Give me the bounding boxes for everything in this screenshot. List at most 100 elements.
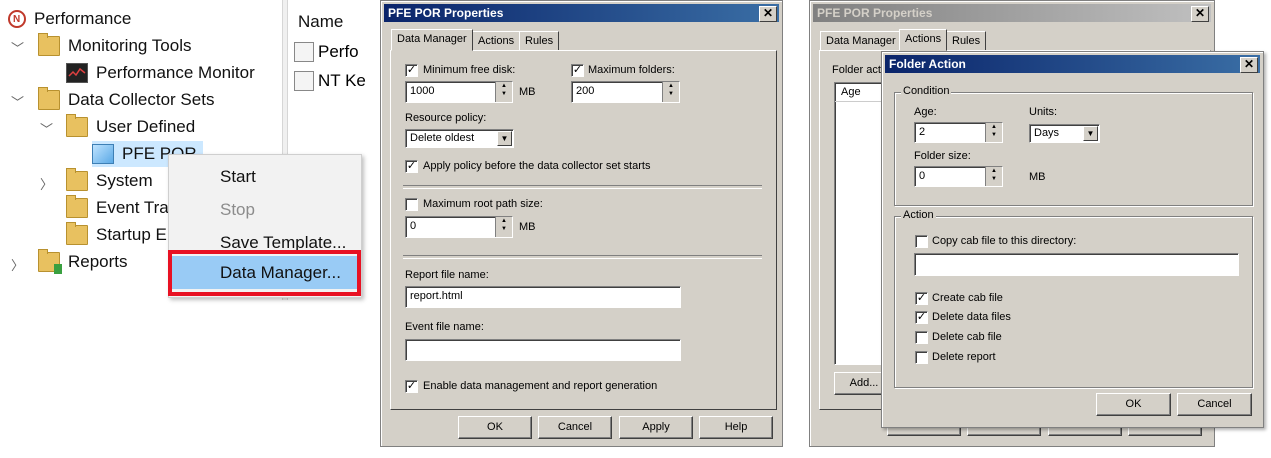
event-file-input[interactable]	[405, 339, 681, 361]
list-item[interactable]: NT Ke	[294, 71, 366, 91]
copy-cab-label: Copy cab file to this directory:	[932, 235, 1077, 247]
copy-cab-checkbox[interactable]	[915, 235, 928, 248]
separator	[403, 185, 762, 189]
units-label: Units:	[1029, 106, 1058, 118]
spinner-arrows-icon[interactable]: ▲ ▼	[495, 217, 512, 237]
resource-policy-select[interactable]: Delete oldest ▼	[405, 129, 514, 148]
close-button[interactable]: ✕	[1191, 6, 1209, 22]
trace-log-icon	[294, 71, 314, 91]
dialog-title-bar[interactable]: PFE POR Properties ✕	[813, 4, 1211, 22]
properties-dialog-data-manager: PFE POR Properties ✕ Data Manager Action…	[380, 0, 783, 447]
menu-item-start[interactable]: Start	[169, 160, 361, 193]
cancel-button[interactable]: Cancel	[1177, 393, 1252, 416]
delete-cab-checkbox[interactable]	[915, 331, 928, 344]
tree-item-label: System	[96, 171, 153, 190]
create-cab-checkbox[interactable]: ✓	[915, 292, 928, 305]
cancel-button[interactable]: Cancel	[538, 416, 612, 439]
chevron-down-icon[interactable]: ﹀	[11, 38, 24, 57]
tab-data-manager[interactable]: Data Manager	[820, 31, 902, 51]
folder-action-dialog: Folder Action ✕ Condition Age: 2 ▲ ▼ Units…	[881, 51, 1264, 428]
help-button[interactable]: Help	[699, 416, 773, 439]
dialog-title: PFE POR Properties	[817, 6, 933, 20]
tab-data-manager[interactable]: Data Manager	[391, 29, 473, 51]
create-cab-label: Create cab file	[932, 292, 1003, 304]
action-group-title: Action	[901, 209, 936, 221]
folder-size-value: 0	[919, 170, 926, 182]
ok-button[interactable]: OK	[1096, 393, 1171, 416]
spinner-arrows-icon[interactable]: ▲ ▼	[662, 82, 679, 102]
apply-policy-checkbox[interactable]: ✓	[405, 160, 418, 173]
list-item-label: NT Ke	[318, 71, 366, 90]
tree-item-label: User Defined	[96, 117, 196, 136]
close-button[interactable]: ✕	[759, 6, 777, 22]
tree-item-event-trace[interactable]: Event Tra	[66, 195, 169, 221]
tree-root-label: Performance	[34, 9, 132, 28]
spinner-arrows-icon[interactable]: ▲ ▼	[985, 167, 1002, 186]
tree-item-startup-event[interactable]: Startup E	[66, 222, 167, 248]
age-label: Age:	[914, 106, 937, 118]
tree-item-system[interactable]: System	[66, 168, 153, 194]
tree-item-label: Performance Monitor	[96, 63, 255, 82]
unit-label: MB	[1029, 171, 1046, 183]
age-value: 2	[919, 126, 926, 138]
age-spinner[interactable]: 2 ▲ ▼	[914, 122, 1003, 143]
tab-actions[interactable]: Actions	[899, 29, 948, 51]
delete-data-checkbox[interactable]: ✓	[915, 311, 928, 324]
list-item[interactable]: Perfo	[294, 42, 359, 62]
chevron-right-icon[interactable]: 〉	[11, 255, 24, 274]
chevron-down-icon[interactable]: ﹀	[11, 92, 24, 111]
tree-item-label: Data Collector Sets	[68, 90, 215, 109]
data-collector-set-icon	[92, 144, 114, 164]
dialog-title-bar[interactable]: Folder Action ✕	[885, 55, 1260, 73]
min-free-disk-checkbox[interactable]: ✓	[405, 64, 418, 77]
max-root-path-checkbox[interactable]	[405, 198, 418, 211]
tab-rules[interactable]: Rules	[519, 31, 560, 51]
dialog-title-bar[interactable]: PFE POR Properties ✕	[384, 4, 779, 22]
separator	[403, 255, 762, 259]
tree-item-label: Startup E	[96, 225, 167, 244]
apply-button[interactable]: Apply	[619, 416, 693, 439]
close-button[interactable]: ✕	[1240, 57, 1258, 73]
tab-rules[interactable]: Rules	[946, 31, 987, 51]
ok-button[interactable]: OK	[458, 416, 532, 439]
max-folders-checkbox[interactable]: ✓	[571, 64, 584, 77]
delete-cab-label: Delete cab file	[932, 331, 1002, 343]
column-header-name[interactable]: Name	[298, 12, 343, 32]
tree-item-reports[interactable]: Reports	[38, 249, 128, 275]
performance-icon: N	[8, 10, 26, 28]
folder-size-spinner[interactable]: 0 ▲ ▼	[914, 166, 1003, 187]
spinner-arrows-icon[interactable]: ▲ ▼	[985, 123, 1002, 142]
tab-actions[interactable]: Actions	[472, 31, 521, 51]
enable-management-checkbox[interactable]: ✓	[405, 380, 418, 393]
menu-item-stop[interactable]: Stop	[169, 193, 361, 226]
condition-group-title: Condition	[901, 85, 952, 97]
min-free-disk-label: Minimum free disk:	[423, 64, 516, 76]
folder-trace-icon	[66, 195, 88, 218]
monitor-chart-icon	[66, 63, 88, 83]
tree-item-performance-monitor[interactable]: Performance Monitor	[66, 60, 255, 86]
delete-report-checkbox[interactable]	[915, 351, 928, 364]
units-value: Days	[1034, 127, 1060, 139]
chevron-down-icon[interactable]: ﹀	[40, 119, 53, 138]
min-free-disk-spinner[interactable]: 1000 ▲ ▼	[405, 81, 513, 103]
spinner-arrows-icon[interactable]: ▲ ▼	[495, 82, 512, 102]
dropdown-arrow-icon[interactable]: ▼	[497, 131, 512, 146]
chevron-right-icon[interactable]: 〉	[40, 174, 53, 193]
tree-root-performance[interactable]: N Performance	[8, 6, 131, 32]
highlight-callout	[168, 250, 361, 296]
units-select[interactable]: Days ▼	[1029, 124, 1100, 143]
report-file-input[interactable]: report.html	[405, 286, 681, 308]
tree-item-monitoring-tools[interactable]: Monitoring Tools	[38, 33, 191, 59]
condition-group: Condition	[894, 85, 1253, 206]
tree-item-label: Monitoring Tools	[68, 36, 192, 55]
max-folders-spinner[interactable]: 200 ▲ ▼	[571, 81, 680, 103]
resource-policy-label: Resource policy:	[405, 112, 487, 124]
tree-item-user-defined[interactable]: User Defined	[66, 114, 195, 140]
tree-item-label: Reports	[68, 252, 128, 271]
folder-icon	[38, 87, 60, 110]
max-root-path-spinner[interactable]: 0 ▲ ▼	[405, 216, 513, 238]
tree-item-data-collector-sets[interactable]: Data Collector Sets	[38, 87, 214, 113]
dropdown-arrow-icon[interactable]: ▼	[1083, 126, 1098, 141]
unit-label: MB	[519, 221, 536, 233]
cab-directory-input[interactable]	[914, 253, 1239, 276]
